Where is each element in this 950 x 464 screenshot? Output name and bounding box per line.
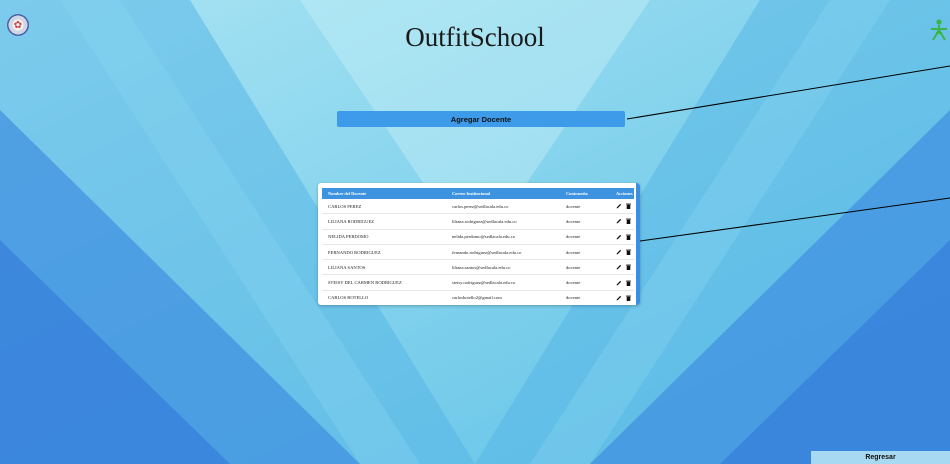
table-row: CARLOS BOTELLO carlosbotello2@gmail.com …	[322, 290, 634, 305]
teacher-email: steisy.rodriguez@sedlacala.edu.co	[446, 274, 560, 291]
table-scrollbar[interactable]	[636, 183, 640, 305]
trash-icon[interactable]	[626, 249, 631, 256]
teacher-password: docente	[560, 229, 610, 245]
trash-icon[interactable]	[626, 280, 631, 286]
table-header-row: Nombre del Docente Correo Institucional …	[322, 188, 634, 199]
teacher-email: carlos.perez@sedlacala.edu.co	[446, 199, 560, 215]
teacher-name: LILIANA SANTOS	[322, 259, 446, 276]
header-actions: Acciones	[610, 188, 634, 199]
table-row: CARLOS PEREZ carlos.perez@sedlacala.edu.…	[322, 199, 634, 215]
trash-icon[interactable]	[626, 203, 631, 210]
teacher-name: STEISY DEL CARMEN RODRIGUEZ	[322, 274, 446, 291]
teacher-name: FERNANDO RODRIGUEZ	[322, 244, 446, 261]
teacher-password: docente	[560, 213, 610, 230]
teacher-password: docente	[560, 199, 610, 215]
teacher-email: nelida.perdomo@sedlacala.edu.co	[446, 229, 560, 245]
pencil-icon[interactable]	[616, 264, 622, 270]
teacher-password: docente	[560, 274, 610, 291]
pencil-icon[interactable]	[616, 249, 622, 255]
page-title: OutfitSchool	[405, 22, 545, 52]
trash-icon[interactable]	[626, 264, 631, 271]
teacher-name: CARLOS BOTELLO	[322, 290, 446, 305]
teacher-email: fernando.rodriguez@sedlacala.edu.co	[446, 244, 560, 261]
table-row: LILIANA RODRIGUEZ liliana.rodriguez@sedl…	[322, 213, 634, 230]
pencil-icon[interactable]	[616, 234, 622, 240]
teacher-password: docente	[560, 259, 610, 276]
add-teacher-button[interactable]: Agregar Docente	[337, 111, 625, 127]
teacher-email: liliana.santos@sedlacala.edu.co	[446, 259, 560, 276]
pencil-icon[interactable]	[616, 280, 622, 286]
pencil-icon[interactable]	[616, 203, 622, 209]
teacher-email: carlosbotello2@gmail.com	[446, 290, 560, 305]
header-email: Correo Institucional	[446, 188, 560, 199]
table-row: LILIANA SANTOS liliana.santos@sedlacala.…	[322, 259, 634, 276]
header-password: Contraseña	[560, 188, 610, 199]
teacher-email: liliana.rodriguez@sedlacala.edu.co	[446, 213, 560, 230]
trash-icon[interactable]	[626, 218, 631, 225]
trash-icon[interactable]	[626, 234, 631, 240]
teacher-name: LILIANA RODRIGUEZ	[322, 213, 446, 230]
return-button[interactable]: Regresar	[811, 451, 950, 464]
table-row: NELIDA PERDOMO nelida.perdomo@sedlacala.…	[322, 229, 634, 245]
trash-icon[interactable]	[626, 295, 631, 301]
teacher-name: NELIDA PERDOMO	[322, 229, 446, 245]
header-name: Nombre del Docente	[322, 188, 446, 199]
teacher-name: CARLOS PEREZ	[322, 199, 446, 215]
pencil-icon[interactable]	[616, 218, 622, 224]
pencil-icon[interactable]	[616, 295, 622, 301]
teacher-password: docente	[560, 244, 610, 261]
table-row: STEISY DEL CARMEN RODRIGUEZ steisy.rodri…	[322, 274, 634, 291]
table-row: FERNANDO RODRIGUEZ fernando.rodriguez@se…	[322, 244, 634, 261]
teacher-password: docente	[560, 290, 610, 305]
teachers-table-card: Nombre del Docente Correo Institucional …	[318, 183, 640, 305]
teachers-table: Nombre del Docente Correo Institucional …	[322, 188, 634, 305]
